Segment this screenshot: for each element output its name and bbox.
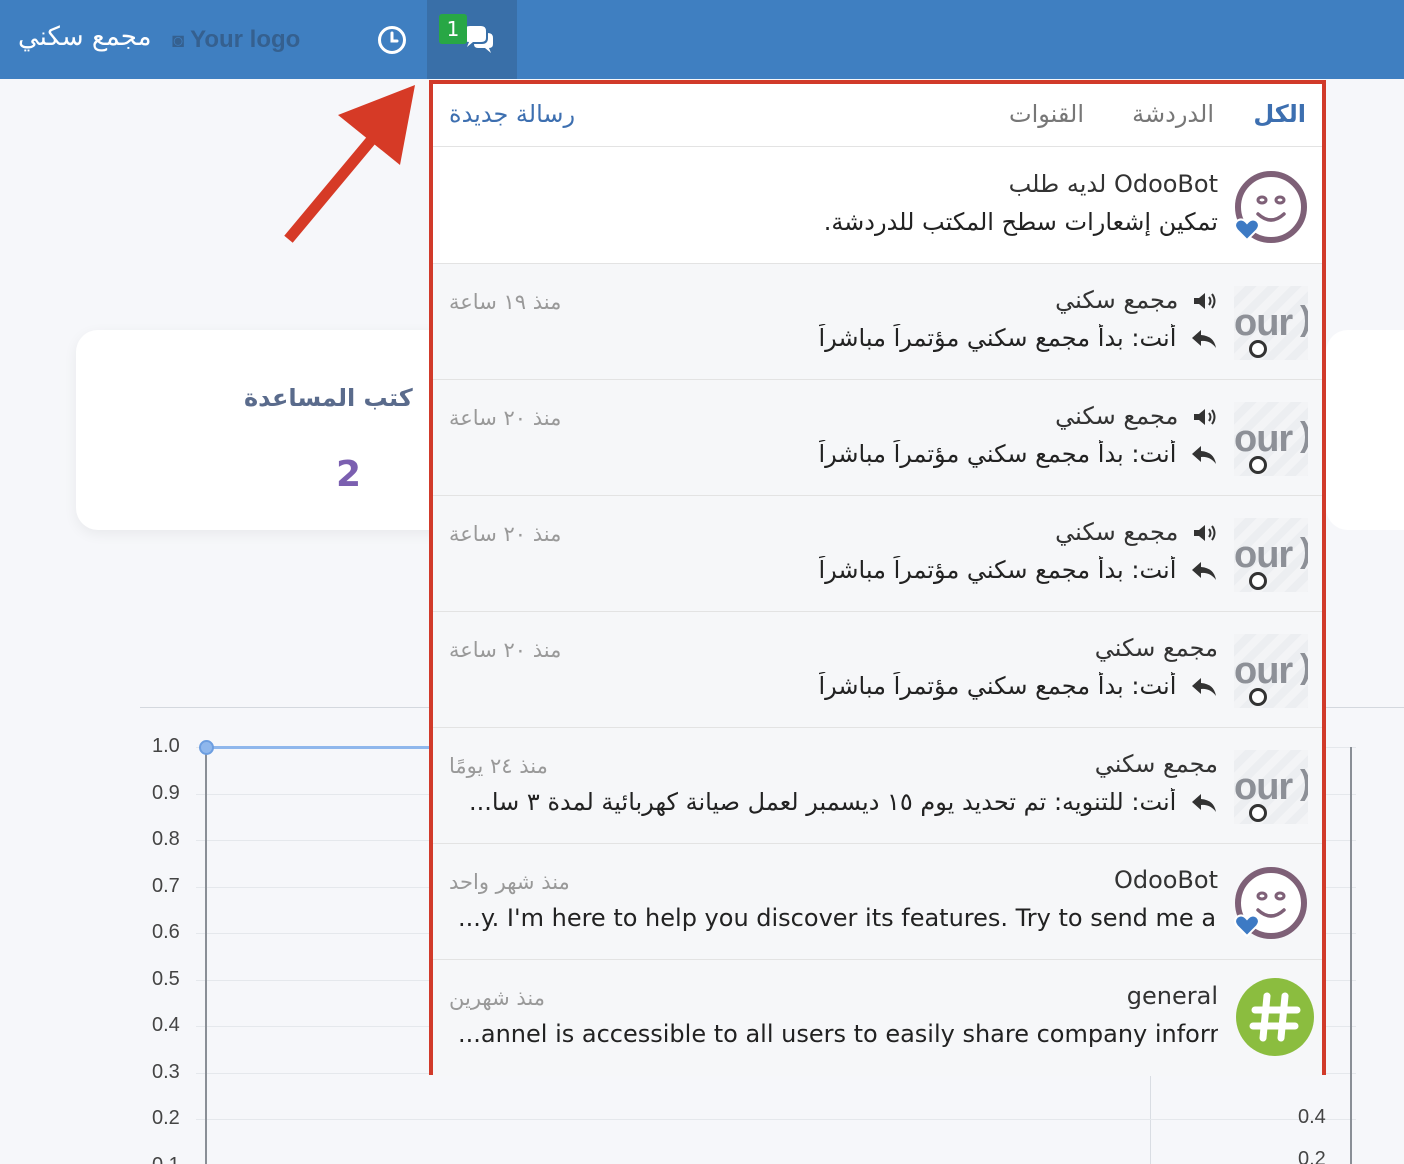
annotation-arrow-icon	[284, 85, 415, 243]
list-item[interactable]: our) مجمع سكني أنت: بدأ مجمع سكني مؤتمرا…	[433, 496, 1322, 612]
item-preview: أنت: بدأ مجمع سكني مؤتمراً مباشراً	[819, 324, 1218, 352]
item-title: مجمع سكني	[1055, 286, 1218, 314]
item-title: general	[1126, 982, 1218, 1010]
reply-icon	[1192, 678, 1216, 696]
item-time: منذ ١٩ ساعة	[449, 290, 562, 314]
y-tick-label: 0.9	[152, 781, 180, 804]
speaker-icon	[1194, 409, 1216, 425]
y-tick-label: 0.1	[152, 1154, 180, 1164]
tab-all[interactable]: الكل	[1253, 100, 1306, 128]
messaging-dropdown: الكل الدردشة القنوات رسالة جديدة OdooBot…	[429, 80, 1326, 1076]
heart-icon	[1234, 914, 1260, 938]
chart-y-axis	[205, 747, 207, 1164]
gridline	[196, 1119, 1356, 1120]
company-logo-thumbnail: our)	[1234, 634, 1308, 708]
camera-icon: ◙	[172, 30, 185, 52]
y-tick-label: 0.4	[152, 1014, 180, 1036]
item-title: OdooBot لديه طلب	[1008, 170, 1218, 198]
chart-series-line	[207, 746, 432, 749]
heart-icon	[1234, 218, 1260, 242]
item-preview: ...y. I'm here to help you discover its …	[458, 904, 1218, 932]
new-message-button[interactable]: رسالة جديدة	[449, 100, 575, 128]
company-logo-thumbnail: our)	[1234, 518, 1308, 592]
list-item[interactable]: general ...annel is accessible to all us…	[433, 960, 1322, 1076]
item-title: OdooBot	[1113, 866, 1218, 894]
reply-icon	[1192, 562, 1216, 580]
offline-status-icon	[1249, 804, 1267, 822]
messaging-tabs: الكل الدردشة القنوات رسالة جديدة	[433, 84, 1322, 147]
list-item[interactable]: our) مجمع سكني أنت: بدأ مجمع سكني مؤتمرا…	[433, 264, 1322, 380]
reply-icon	[1192, 330, 1216, 348]
hash-icon	[1236, 978, 1314, 1056]
y-tick-label: 0.2	[152, 1107, 180, 1129]
list-item[interactable]: our) مجمع سكني أنت: بدأ مجمع سكني مؤتمرا…	[433, 380, 1322, 496]
item-time: منذ ٢٤ يومًا	[449, 754, 548, 778]
item-preview: أنت: بدأ مجمع سكني مؤتمراً مباشراً	[819, 556, 1218, 584]
item-preview: أنت: للتنويه: تم تحديد يوم ١٥ ديسمبر لعم…	[469, 788, 1218, 816]
list-item[interactable]: OdooBot لديه طلب تمكين إشعارات سطح المكت…	[433, 148, 1322, 264]
item-time: منذ شهرين	[449, 986, 545, 1010]
item-preview: أنت: بدأ مجمع سكني مؤتمراً مباشراً	[819, 672, 1218, 700]
item-time: منذ شهر واحد	[449, 870, 570, 894]
item-time: منذ ٢٠ ساعة	[449, 638, 562, 662]
unread-count-badge: 1	[439, 14, 467, 44]
reply-icon	[1192, 794, 1216, 812]
item-title: مجمع سكني	[1094, 634, 1218, 662]
speaker-icon	[1194, 293, 1216, 309]
speaker-icon	[1194, 525, 1216, 541]
item-preview: تمكين إشعارات سطح المكتب للدردشة.	[823, 208, 1218, 236]
y-tick-label: 0.7	[152, 874, 180, 897]
chart-y-axis-right	[1350, 747, 1352, 1164]
offline-status-icon	[1249, 688, 1267, 706]
tab-chat[interactable]: الدردشة	[1132, 100, 1214, 128]
clock-icon	[378, 26, 406, 54]
tab-channels[interactable]: القنوات	[1009, 100, 1084, 128]
offline-status-icon	[1249, 340, 1267, 358]
kpi-card-title: كتب المساعدة	[244, 384, 413, 412]
y-tick-label-right: 0.4	[1298, 1106, 1326, 1128]
item-time: منذ ٢٠ ساعة	[449, 522, 562, 546]
item-preview: ...annel is accessible to all users to e…	[458, 1020, 1218, 1048]
chart-data-point[interactable]	[199, 740, 214, 755]
reply-icon	[1192, 446, 1216, 464]
item-title: مجمع سكني	[1055, 402, 1218, 430]
company-logo-thumbnail: our)	[1234, 286, 1308, 360]
company-logo-thumbnail: our)	[1234, 750, 1308, 824]
activity-clock-button[interactable]	[376, 24, 408, 56]
item-title: مجمع سكني	[1055, 518, 1218, 546]
item-title: مجمع سكني	[1094, 750, 1218, 778]
item-preview: أنت: بدأ مجمع سكني مؤتمراً مباشراً	[819, 440, 1218, 468]
offline-status-icon	[1249, 572, 1267, 590]
kpi-card-value: 2	[336, 454, 362, 495]
top-navbar: مجمع سكني ◙ Your logo 1	[0, 0, 1404, 79]
y-tick-label: 1.0	[152, 735, 180, 757]
list-item[interactable]: our) مجمع سكني أنت: للتنويه: تم تحديد يو…	[433, 728, 1322, 844]
list-item[interactable]: our) مجمع سكني أنت: بدأ مجمع سكني مؤتمرا…	[433, 612, 1322, 728]
y-tick-label: 0.6	[152, 921, 180, 943]
y-tick-label: 0.8	[152, 828, 180, 850]
offline-status-icon	[1249, 456, 1267, 474]
kpi-card-partial	[1326, 330, 1404, 530]
item-time: منذ ٢٠ ساعة	[449, 406, 562, 430]
app-name[interactable]: مجمع سكني	[18, 22, 152, 52]
company-logo[interactable]: ◙ Your logo	[172, 26, 300, 54]
y-tick-label: 0.3	[152, 1060, 180, 1083]
y-tick-label: 0.5	[152, 967, 180, 990]
list-item[interactable]: OdooBot ...y. I'm here to help you disco…	[433, 844, 1322, 960]
company-logo-thumbnail: our)	[1234, 402, 1308, 476]
y-tick-label-right: 0.2	[1298, 1148, 1326, 1164]
